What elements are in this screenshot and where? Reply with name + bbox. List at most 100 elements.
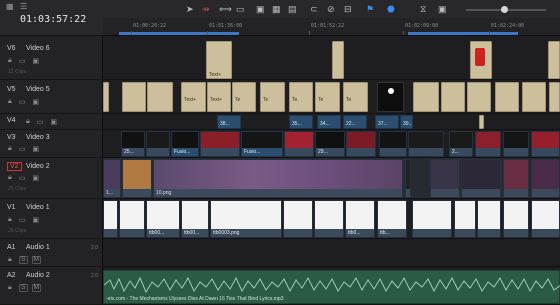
auto-select-icon[interactable]: ▭	[19, 98, 26, 106]
track-visibility-icon[interactable]: ▣	[32, 145, 39, 153]
timeline-ruler[interactable]: 01:00:20:22 01:01:36:00 01:01:52:22 01:0…	[103, 18, 560, 36]
track-name[interactable]: Video 6	[26, 45, 50, 52]
auto-select-icon[interactable]: ▭	[19, 145, 26, 153]
text-clip[interactable]: Text+	[181, 82, 206, 112]
text-clip[interactable]: Te	[343, 82, 368, 112]
image-clip[interactable]: 25...	[121, 131, 145, 157]
lock-icon[interactable]: 🔒︎	[8, 256, 12, 264]
text-clip[interactable]	[467, 82, 491, 112]
zoom-fit-icon[interactable]: ▣	[438, 4, 447, 14]
track-visibility-icon[interactable]: ▣	[32, 57, 39, 65]
trim-mode-icon[interactable]: ⇸	[202, 4, 210, 14]
auto-select-icon[interactable]: ▭	[19, 174, 26, 182]
image-clip[interactable]	[531, 131, 560, 157]
position-lock-icon[interactable]: ⊟	[344, 4, 352, 14]
track-name[interactable]: Video 5	[26, 86, 50, 93]
image-clip[interactable]	[103, 200, 118, 238]
replace-clip-icon[interactable]: ▤	[288, 4, 297, 14]
text-clip[interactable]: Te	[260, 82, 285, 112]
image-clip[interactable]	[346, 131, 376, 157]
image-clip[interactable]: ttb0...	[345, 200, 375, 238]
lock-icon[interactable]: 🔒︎	[8, 98, 12, 106]
text-clip[interactable]	[413, 82, 439, 112]
text-clip[interactable]	[479, 115, 484, 129]
image-clip[interactable]	[503, 131, 529, 157]
insert-clip-icon[interactable]: ▣	[256, 4, 265, 14]
image-clip[interactable]	[531, 159, 560, 198]
lock-icon[interactable]: 🔒︎	[8, 57, 12, 65]
text-clip[interactable]	[332, 41, 344, 79]
track-name[interactable]: Video 1	[26, 204, 50, 211]
fusion-clip[interactable]: Fusio...	[241, 131, 283, 157]
image-clip[interactable]: ttb00...	[181, 200, 209, 238]
track-visibility-icon[interactable]: ▣	[50, 118, 57, 126]
text-clip[interactable]	[548, 41, 560, 79]
auto-select-icon[interactable]: ▭	[37, 118, 44, 126]
text-clip[interactable]	[122, 82, 146, 112]
image-clip[interactable]	[283, 200, 313, 238]
text-clip[interactable]	[549, 82, 560, 112]
image-clip[interactable]	[454, 200, 476, 238]
snapping-icon[interactable]: ⊂	[310, 4, 318, 14]
image-clip[interactable]	[200, 131, 240, 157]
fusion-clip[interactable]: 39...	[400, 115, 413, 129]
track-name[interactable]: Video 2	[26, 163, 50, 170]
mute-button[interactable]: M	[31, 284, 41, 292]
lock-icon[interactable]: 🔒︎	[8, 284, 12, 292]
lock-icon[interactable]: 🔒︎	[8, 145, 12, 153]
text-clip[interactable]	[470, 41, 492, 79]
dynamic-trim-icon[interactable]: ⟺	[219, 4, 232, 14]
track-header-v2[interactable]: V2 Video 2 🔒︎ ▭ ▣ 25 Clips	[0, 158, 103, 199]
track-header-a1[interactable]: A1 Audio 1 2.0 🔒︎ S M	[0, 239, 103, 267]
image-clip[interactable]	[284, 131, 314, 157]
image-clip[interactable]: 10.png	[153, 159, 403, 198]
mute-button[interactable]: M	[31, 256, 41, 264]
track-visibility-icon[interactable]: ▣	[32, 174, 39, 182]
text-clip[interactable]	[522, 82, 546, 112]
image-clip[interactable]: 2...	[449, 131, 473, 157]
marker-icon[interactable]: ⬣	[387, 4, 395, 14]
image-clip[interactable]	[475, 131, 501, 157]
image-clip[interactable]	[405, 159, 411, 198]
track-visibility-icon[interactable]: ▣	[32, 98, 39, 106]
track-header-v6[interactable]: V6 Video 6 🔒︎ ▭ ▣ 12 Clips	[0, 36, 103, 80]
text-clip[interactable]: Text+	[206, 41, 232, 79]
image-clip[interactable]: ttb...	[377, 200, 407, 238]
image-clip[interactable]	[412, 200, 452, 238]
selection-mode-icon[interactable]: ➤	[186, 4, 194, 14]
image-clip[interactable]	[379, 131, 407, 157]
track-name[interactable]: Audio 2	[26, 272, 50, 279]
image-clip[interactable]	[408, 131, 444, 157]
track-header-v3[interactable]: V3 Video 3 🔒︎ ▭ ▣	[0, 130, 103, 158]
image-clip[interactable]	[146, 131, 170, 157]
text-clip[interactable]: Te	[232, 82, 256, 112]
track-header-v5[interactable]: V5 Video 5 🔒︎ ▭ ▣	[0, 80, 103, 114]
solo-button[interactable]: S	[18, 256, 28, 264]
image-clip[interactable]	[503, 200, 529, 238]
text-clip[interactable]	[103, 82, 109, 112]
image-clip[interactable]	[119, 200, 145, 238]
image-clip[interactable]: 1...	[103, 159, 121, 198]
track-name[interactable]: Audio 1	[26, 244, 50, 251]
image-clip[interactable]	[377, 82, 404, 112]
lock-icon[interactable]: 🔒︎	[8, 174, 12, 182]
zoom-slider-knob[interactable]	[501, 6, 508, 13]
lock-icon[interactable]: 🔒︎	[8, 216, 12, 224]
fusion-clip[interactable]: 38...	[217, 115, 241, 129]
image-clip[interactable]	[122, 159, 152, 198]
image-clip[interactable]: 29...	[315, 131, 345, 157]
fusion-clip[interactable]: 35...	[289, 115, 313, 129]
grid-icon[interactable]: ▦	[6, 3, 14, 11]
fusion-clip[interactable]: 22...	[343, 115, 367, 129]
flag-icon[interactable]: ⚑	[366, 4, 374, 14]
auto-select-icon[interactable]: ▭	[19, 57, 26, 65]
fusion-clip[interactable]: 34...	[317, 115, 341, 129]
text-clip[interactable]: Te	[289, 82, 313, 112]
zoom-out-icon[interactable]: ⧖	[420, 4, 426, 14]
text-clip[interactable]	[147, 82, 173, 112]
track-header-a2[interactable]: A2 Audio 2 2.0 🔒︎ S M	[0, 267, 103, 305]
text-clip[interactable]	[495, 82, 519, 112]
text-clip[interactable]: Te	[315, 82, 340, 112]
image-clip[interactable]: ttb0003.png	[210, 200, 282, 238]
fusion-clip[interactable]: 37...	[375, 115, 399, 129]
